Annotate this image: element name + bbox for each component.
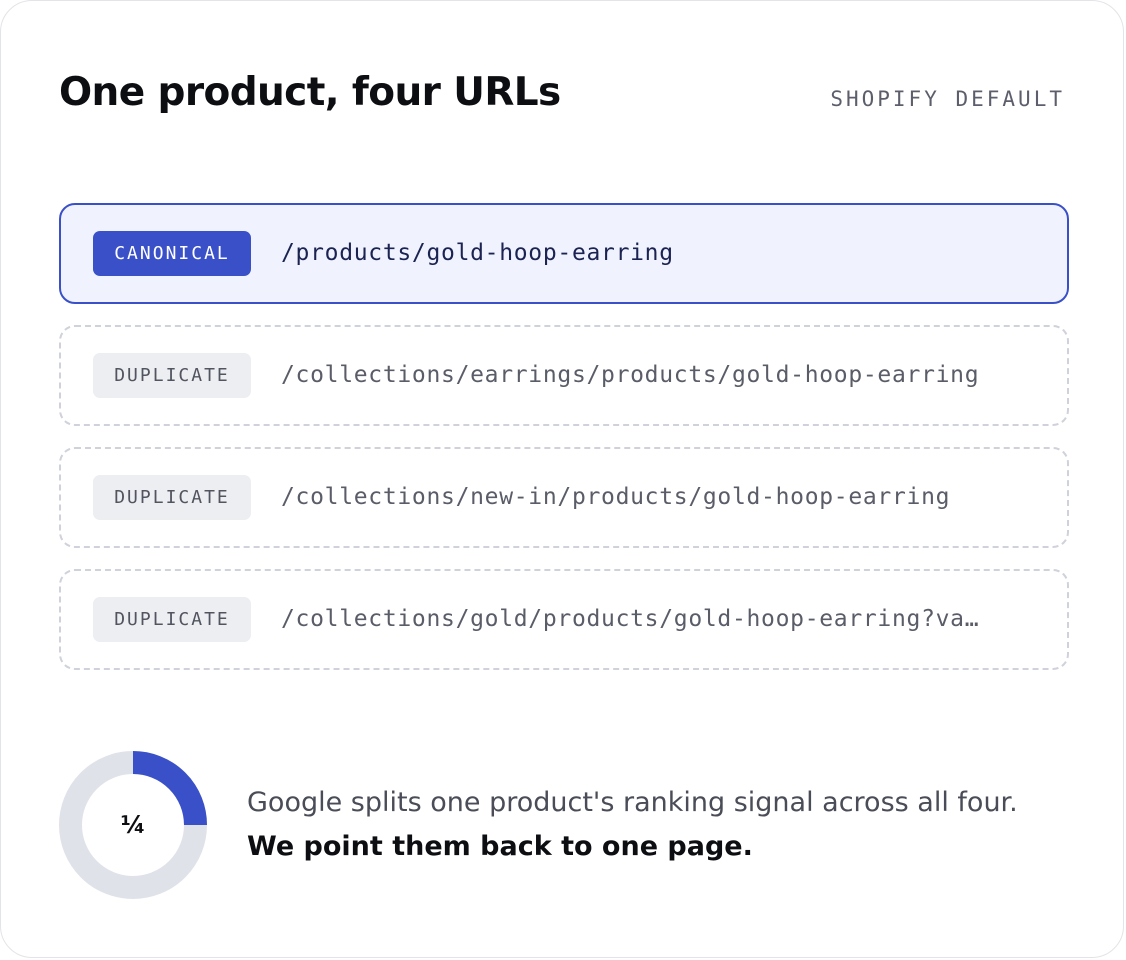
- summary-emphasis: We point them back to one page.: [247, 831, 753, 862]
- url-list: CANONICAL /products/gold-hoop-earring DU…: [59, 203, 1069, 691]
- info-card: One product, four URLs SHOPIFY DEFAULT C…: [0, 0, 1124, 958]
- url-row-duplicate: DUPLICATE /collections/gold/products/gol…: [59, 569, 1069, 670]
- url-path: /collections/earrings/products/gold-hoop…: [281, 362, 980, 388]
- duplicate-badge: DUPLICATE: [93, 597, 251, 642]
- summary-text: Google splits one product's ranking sign…: [247, 781, 1067, 869]
- duplicate-badge: DUPLICATE: [93, 353, 251, 398]
- url-row-canonical: CANONICAL /products/gold-hoop-earring: [59, 203, 1069, 304]
- duplicate-badge: DUPLICATE: [93, 475, 251, 520]
- url-path: /collections/gold/products/gold-hoop-ear…: [281, 606, 980, 632]
- canonical-badge: CANONICAL: [93, 231, 251, 276]
- summary-lead: Google splits one product's ranking sign…: [247, 787, 1018, 818]
- url-row-duplicate: DUPLICATE /collections/earrings/products…: [59, 325, 1069, 426]
- donut-fraction-label: ¼: [120, 811, 146, 839]
- url-row-duplicate: DUPLICATE /collections/new-in/products/g…: [59, 447, 1069, 548]
- card-title: One product, four URLs: [59, 70, 561, 115]
- url-path: /products/gold-hoop-earring: [281, 240, 674, 266]
- url-path: /collections/new-in/products/gold-hoop-e…: [281, 484, 951, 510]
- platform-tag: SHOPIFY DEFAULT: [830, 87, 1065, 111]
